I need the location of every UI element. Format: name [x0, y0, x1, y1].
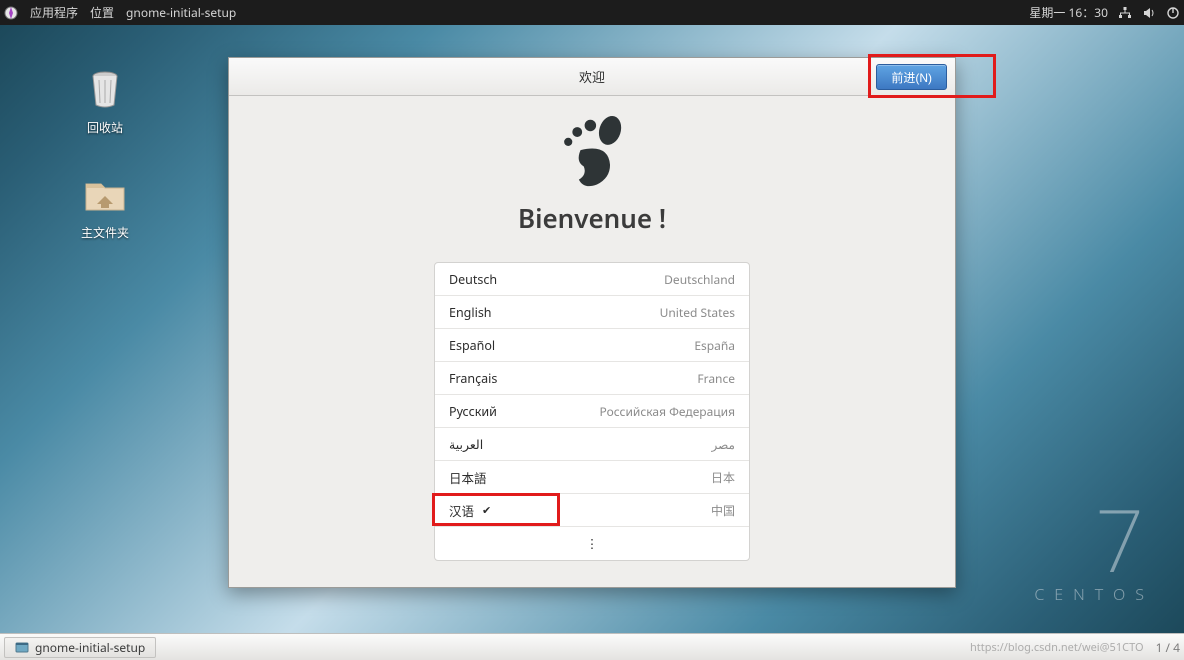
top-menu-bar: 应用程序 位置 gnome-initial-setup 星期一 16：30	[0, 0, 1184, 25]
lang-row-more[interactable]: ⋮	[435, 527, 749, 560]
lang-row-espanol[interactable]: Español España	[435, 329, 749, 362]
initial-setup-window: 欢迎 前进(N) Bienvenue ! Deutsch Deutschland…	[228, 57, 956, 588]
workspace-pager[interactable]: 1 / 4	[1156, 639, 1180, 656]
welcome-heading: Bienvenue !	[518, 200, 666, 236]
gnome-foot-icon	[551, 114, 633, 196]
lang-country: 中国	[711, 502, 735, 519]
lang-row-japanese[interactable]: 日本語 日本	[435, 461, 749, 494]
centos-brand: 7 CENTOS	[1034, 497, 1154, 605]
lang-name: Français	[449, 370, 497, 387]
brand-name: CENTOS	[1034, 583, 1154, 605]
lang-name: العربية	[449, 436, 483, 453]
checkmark-icon: ✔	[482, 503, 491, 518]
lang-row-chinese[interactable]: 汉语 ✔ 中国	[435, 494, 749, 527]
desktop-icon-trash[interactable]: 回收站	[65, 65, 145, 136]
lang-country: Deutschland	[664, 271, 735, 288]
lang-country: مصر	[712, 436, 735, 453]
lang-row-english[interactable]: English United States	[435, 296, 749, 329]
app-icon	[15, 640, 29, 654]
watermark-text: https://blog.csdn.net/wei@51CTO	[970, 640, 1150, 655]
lang-name: Русский	[449, 403, 497, 420]
language-list: Deutsch Deutschland English United State…	[434, 262, 750, 561]
brand-version: 7	[1034, 497, 1154, 583]
taskbar-app-label: gnome-initial-setup	[35, 639, 145, 656]
volume-icon[interactable]	[1142, 6, 1156, 20]
lang-row-russian[interactable]: Русский Российская Федерация	[435, 395, 749, 428]
desktop-icon-label: 主文件夹	[65, 224, 145, 241]
clock-text[interactable]: 星期一 16：30	[1029, 4, 1108, 21]
menu-applications[interactable]: 应用程序	[30, 4, 78, 21]
network-icon[interactable]	[1118, 6, 1132, 20]
lang-row-deutsch[interactable]: Deutsch Deutschland	[435, 263, 749, 296]
window-title: 欢迎	[579, 67, 605, 86]
more-icon: ⋮	[586, 535, 599, 552]
lang-name: Deutsch	[449, 271, 497, 288]
lang-row-arabic[interactable]: العربية مصر	[435, 428, 749, 461]
lang-country: France	[697, 370, 735, 387]
lang-country: United States	[660, 304, 735, 321]
bottom-taskbar: gnome-initial-setup https://blog.csdn.ne…	[0, 633, 1184, 660]
distro-logo-icon	[4, 6, 18, 20]
lang-name: Español	[449, 337, 495, 354]
desktop-icon-home[interactable]: 主文件夹	[65, 170, 145, 241]
power-icon[interactable]	[1166, 6, 1180, 20]
lang-name: English	[449, 304, 492, 321]
menu-process[interactable]: gnome-initial-setup	[126, 4, 236, 21]
window-header: 欢迎 前进(N)	[229, 58, 955, 96]
lang-country: 日本	[711, 469, 735, 486]
lang-name: 汉语	[449, 501, 474, 520]
lang-row-francais[interactable]: Français France	[435, 362, 749, 395]
taskbar-app-button[interactable]: gnome-initial-setup	[4, 637, 156, 658]
lang-name: 日本語	[449, 468, 487, 487]
next-button[interactable]: 前进(N)	[876, 64, 947, 90]
lang-country: España	[694, 337, 735, 354]
lang-country: Российская Федерация	[599, 403, 735, 420]
menu-locations[interactable]: 位置	[90, 4, 114, 21]
desktop-icon-label: 回收站	[65, 119, 145, 136]
